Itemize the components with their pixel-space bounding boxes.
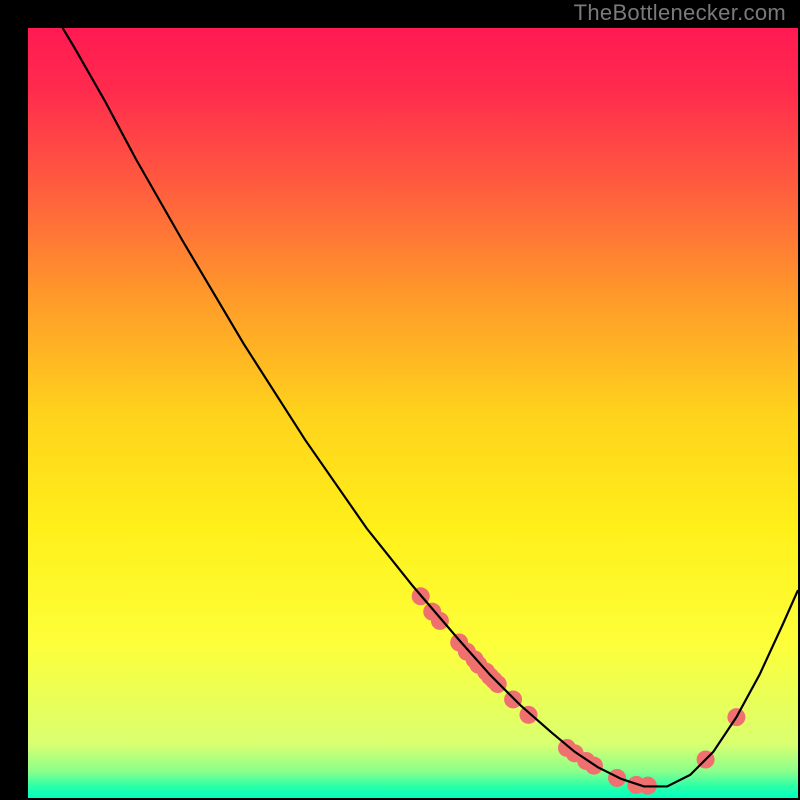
scatter-dot xyxy=(431,612,449,630)
watermark-text: TheBottlenecker.com xyxy=(574,0,786,26)
chart-area xyxy=(28,28,798,798)
scatter-dot xyxy=(520,706,538,724)
chart-frame xyxy=(13,13,787,787)
gradient-background xyxy=(28,28,798,798)
